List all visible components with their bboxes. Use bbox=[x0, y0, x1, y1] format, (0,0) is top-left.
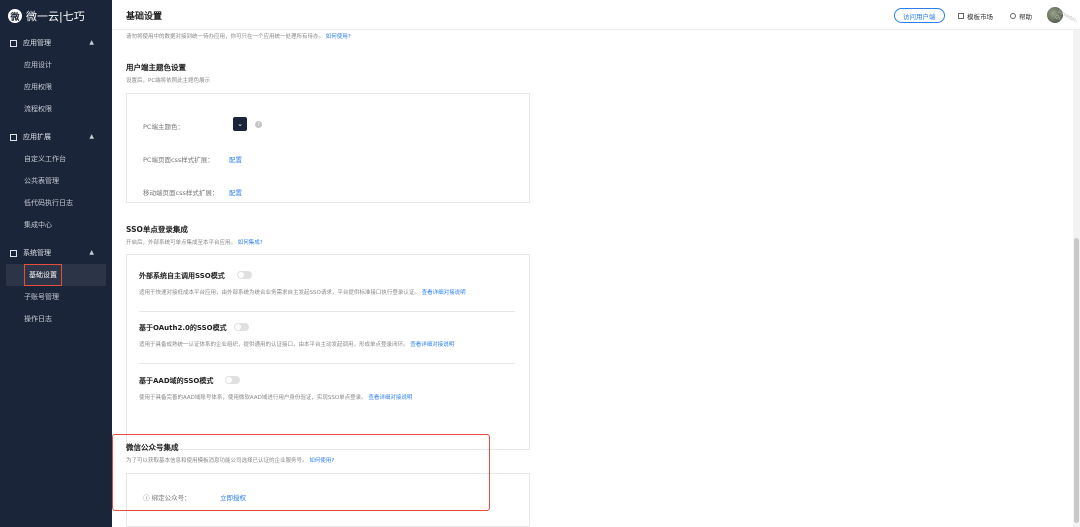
sso-item-desc: 适用于快速对接低成本平台应用，由外部系统为统合业务需求自主发起SSO请求，平台提… bbox=[139, 288, 466, 296]
logo-text: 微一云|七巧 bbox=[26, 10, 85, 23]
settings-icon bbox=[10, 249, 17, 257]
sidebar-item-label: 流程权限 bbox=[24, 105, 52, 113]
sidebar-item-label: 基础设置 bbox=[24, 264, 62, 286]
sso-section-desc: 开启后，外部系统可单点集成至本平台应用。 如何集成? bbox=[126, 238, 263, 246]
caret-up-icon: ▲ bbox=[89, 133, 94, 140]
sidebar-group-system-manage[interactable]: 系统管理 ▲ bbox=[0, 242, 112, 264]
intro-how-to-link[interactable]: 如何使用? bbox=[326, 34, 351, 40]
chevron-down-icon: ⌄ bbox=[237, 120, 243, 128]
sso-oauth-toggle[interactable] bbox=[234, 323, 249, 331]
scrollbar-thumb[interactable] bbox=[1074, 238, 1079, 523]
sidebar-item-basic-settings[interactable]: 基础设置 bbox=[6, 264, 106, 286]
pc-css-config-link[interactable]: 配置 bbox=[229, 154, 242, 164]
sidebar-item-label: 应用设计 bbox=[24, 61, 52, 69]
template-market-label: 模板市场 bbox=[967, 13, 993, 21]
sso-doc-link[interactable]: 查看详细对接说明 bbox=[368, 395, 412, 401]
sso-item-title: 外部系统自主调用SSO模式 bbox=[139, 272, 225, 280]
vertical-scrollbar[interactable] bbox=[1073, 30, 1080, 527]
sidebar-item-label: 公共表管理 bbox=[24, 177, 59, 185]
sidebar-item-label: 应用权限 bbox=[24, 83, 52, 91]
sidebar-item-sub-accounts[interactable]: 子账号管理 bbox=[0, 286, 112, 308]
watermark: Sysadm-QU bbox=[1053, 8, 1079, 25]
template-market-link[interactable]: 模板市场 bbox=[958, 11, 993, 21]
page-title: 基础设置 bbox=[126, 12, 163, 22]
sso-aad-toggle[interactable] bbox=[225, 376, 240, 384]
pc-color-picker[interactable]: ⌄ bbox=[233, 117, 247, 131]
divider bbox=[139, 363, 515, 364]
sidebar-item-lowcode-log[interactable]: 低代码执行日志 bbox=[0, 192, 112, 214]
sso-card: 外部系统自主调用SSO模式 适用于快速对接低成本平台应用，由外部系统为统合业务需… bbox=[126, 254, 530, 450]
theme-card: PC端主题色： ⌄ ? PC端页面css样式扩展： 配置 移动端页面css样式扩… bbox=[126, 93, 530, 203]
sidebar-item-label: 操作日志 bbox=[24, 315, 52, 323]
sidebar-item-public-table[interactable]: 公共表管理 bbox=[0, 170, 112, 192]
sso-doc-link[interactable]: 查看详细对接说明 bbox=[410, 342, 454, 348]
sidebar-item-app-design[interactable]: 应用设计 bbox=[0, 54, 112, 76]
divider bbox=[139, 311, 515, 312]
sso-desc-text: 开启后，外部系统可单点集成至本平台应用。 bbox=[126, 240, 237, 246]
theme-section-desc: 设置后，PC端将依照此主题色展示 bbox=[126, 78, 211, 84]
highlight-box bbox=[112, 434, 490, 511]
sidebar-group-label: 应用扩展 bbox=[23, 133, 51, 141]
help-label: 帮助 bbox=[1019, 13, 1032, 21]
theme-section-title: 用户端主题色设置 bbox=[126, 63, 186, 72]
sidebar-item-custom-workbench[interactable]: 自定义工作台 bbox=[0, 148, 112, 170]
sidebar-item-operation-log[interactable]: 操作日志 bbox=[0, 308, 112, 330]
grid-icon bbox=[958, 13, 964, 19]
sso-item-desc-text: 使用于具备完善的AAD域账号体系，使用微软AAD域进行用户身份验证，实现SSO单… bbox=[139, 395, 367, 401]
sso-item-desc: 使用于具备完善的AAD域账号体系，使用微软AAD域进行用户身份验证，实现SSO单… bbox=[139, 393, 412, 401]
sidebar-item-label: 自定义工作台 bbox=[24, 155, 66, 163]
caret-up-icon: ▲ bbox=[89, 249, 94, 256]
caret-up-icon: ▲ bbox=[89, 39, 94, 46]
sidebar-group-label: 应用管理 bbox=[23, 39, 51, 47]
sidebar-item-app-permission[interactable]: 应用权限 bbox=[0, 76, 112, 98]
pc-css-label: PC端页面css样式扩展： bbox=[143, 156, 214, 164]
sidebar-item-integration-center[interactable]: 集成中心 bbox=[0, 214, 112, 236]
sso-item-title: 基于OAuth2.0的SSO模式 bbox=[139, 324, 227, 332]
app-logo[interactable]: 微 微一云|七巧 bbox=[0, 0, 112, 32]
intro-desc-text: 请勿将使用中的数据对接到统一待办应用，你可只在一个应用统一处理所有待办。 bbox=[126, 34, 325, 40]
sso-item-desc-text: 适用于具备成熟统一认证体系的企业组织，提供通用的认证接口，由本平台主动发起调用，… bbox=[139, 342, 409, 348]
sidebar-item-label: 子账号管理 bbox=[24, 293, 59, 301]
sidebar: 微 微一云|七巧 应用管理 ▲ 应用设计 应用权限 流程权限 应用扩展 ▲ 自定… bbox=[0, 0, 112, 527]
document-icon bbox=[10, 133, 17, 141]
mobile-css-config-link[interactable]: 配置 bbox=[229, 187, 242, 197]
top-header: 基础设置 访问用户端 模板市场 帮助 Sysadm-QU bbox=[112, 0, 1080, 30]
sidebar-item-label: 集成中心 bbox=[24, 221, 52, 229]
intro-desc: 请勿将使用中的数据对接到统一待办应用，你可只在一个应用统一处理所有待办。 如何使… bbox=[126, 32, 351, 40]
mobile-css-label: 移动端页面css样式扩展： bbox=[143, 189, 219, 197]
sidebar-group-app-extension[interactable]: 应用扩展 ▲ bbox=[0, 126, 112, 148]
sso-external-toggle[interactable] bbox=[237, 271, 252, 279]
sso-how-to-link[interactable]: 如何集成? bbox=[238, 240, 263, 246]
sso-item-desc: 适用于具备成熟统一认证体系的企业组织，提供通用的认证接口，由本平台主动发起调用，… bbox=[139, 340, 454, 348]
sso-doc-link[interactable]: 查看详细对接说明 bbox=[422, 290, 466, 296]
visit-client-button[interactable]: 访问用户端 bbox=[894, 8, 945, 23]
sidebar-group-app-manage[interactable]: 应用管理 ▲ bbox=[0, 32, 112, 54]
sso-section-title: SSO单点登录集成 bbox=[126, 225, 188, 234]
help-icon[interactable]: ? bbox=[255, 121, 262, 128]
help-circle-icon bbox=[1010, 13, 1016, 19]
sso-item-title: 基于AAD域的SSO模式 bbox=[139, 377, 214, 385]
sidebar-item-flow-permission[interactable]: 流程权限 bbox=[0, 98, 112, 120]
help-link[interactable]: 帮助 bbox=[1010, 11, 1032, 21]
sidebar-group-label: 系统管理 bbox=[23, 249, 51, 257]
sidebar-item-label: 低代码执行日志 bbox=[24, 199, 73, 207]
grid-icon bbox=[10, 39, 17, 47]
pc-color-label: PC端主题色： bbox=[143, 123, 184, 131]
logo-mark-icon: 微 bbox=[8, 9, 22, 23]
sso-item-desc-text: 适用于快速对接低成本平台应用，由外部系统为统合业务需求自主发起SSO请求，平台提… bbox=[139, 290, 420, 296]
